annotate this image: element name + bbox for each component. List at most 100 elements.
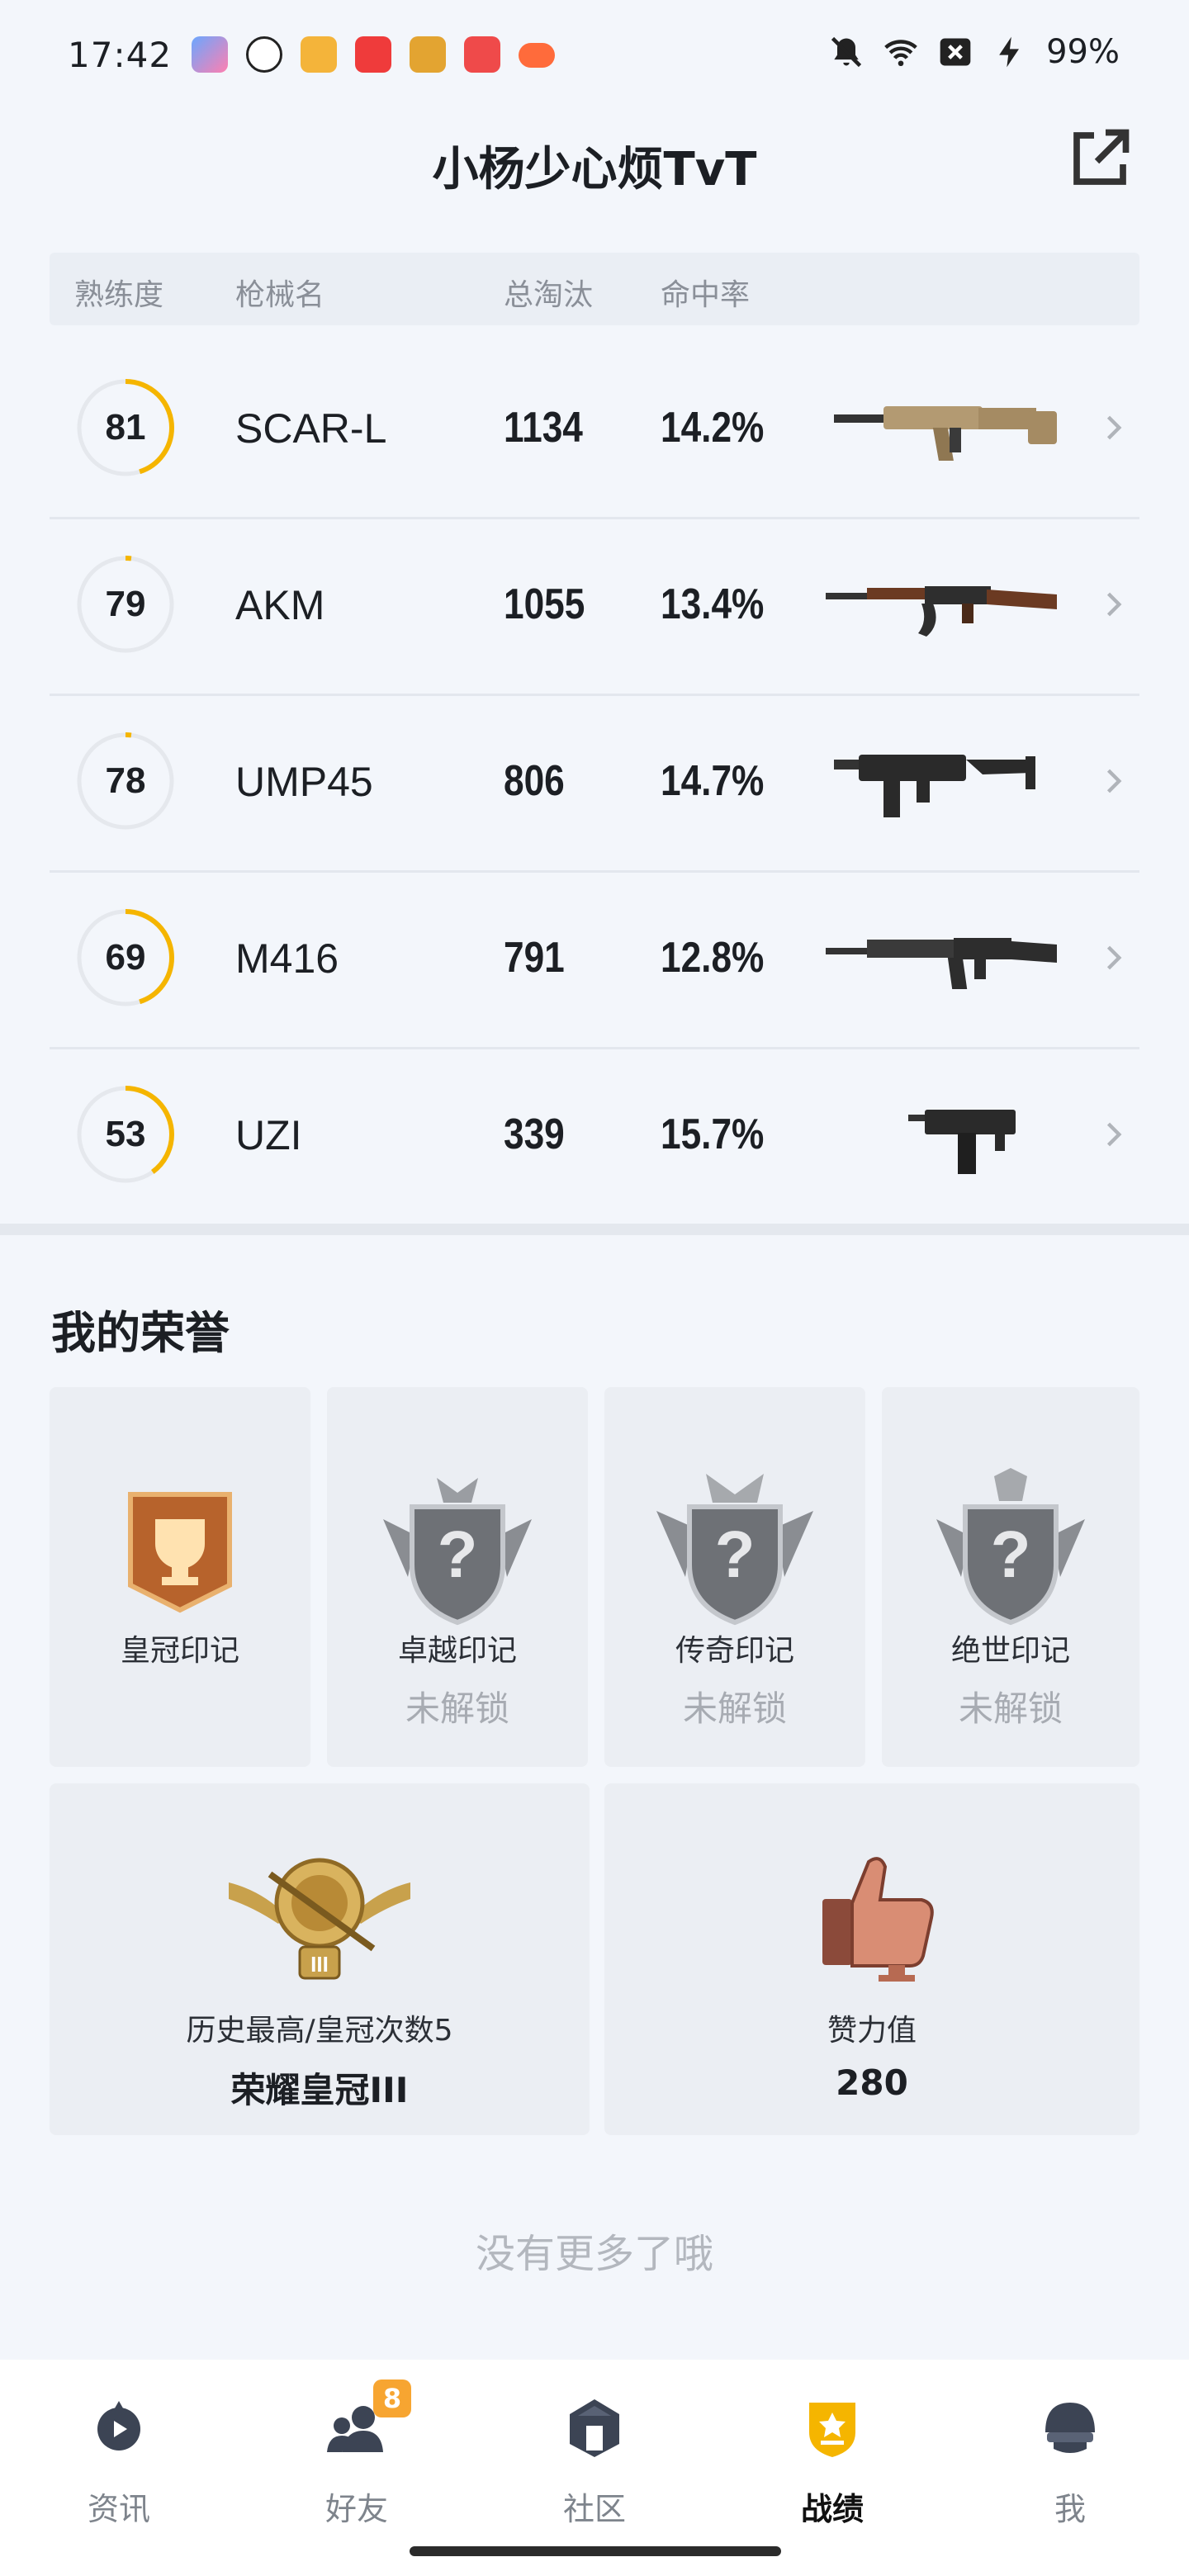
scar-rifle-image	[834, 406, 1057, 461]
status-bar: 17:42 99%	[0, 0, 1189, 99]
nav-me-label: 我	[1054, 2491, 1086, 2527]
locked-badge-icon: ?	[936, 1468, 1085, 1626]
weapon-row[interactable]: 69 M416 791 12.8%	[50, 870, 1139, 1049]
music-app-icon	[355, 36, 391, 73]
weapon-table-header: 熟练度 枪械名 总淘汰 命中率	[50, 253, 1139, 325]
honor-badge-card[interactable]: ? 绝世印记 未解锁	[882, 1387, 1139, 1767]
honor-badge-name: 绝世印记	[950, 1634, 1070, 1668]
weapon-accuracy: 13.4%	[661, 580, 765, 628]
trophy-badge-icon	[128, 1492, 232, 1613]
weapon-name: SCAR-L	[235, 405, 387, 452]
proficiency-value: 81	[105, 407, 146, 447]
helmet-icon	[1045, 2403, 1095, 2453]
chevron-right-icon	[1106, 592, 1122, 617]
svg-text:III: III	[310, 1952, 329, 1977]
chevron-right-icon	[1106, 945, 1122, 970]
honor-badge-card[interactable]: ? 传奇印记 未解锁	[604, 1387, 865, 1767]
nav-friends[interactable]: 8 好友	[238, 2376, 476, 2541]
m416-rifle-image	[826, 938, 1057, 989]
charging-icon	[999, 36, 1020, 68]
likes-card[interactable]: 赞力值 280	[604, 1783, 1139, 2135]
weapon-name: UZI	[235, 1112, 302, 1158]
highest-rank-value: 荣耀皇冠III	[230, 2070, 409, 2110]
weapon-row[interactable]: 78 UMP45 806 14.7%	[50, 694, 1139, 873]
honor-badge-status: 未解锁	[405, 1688, 509, 1729]
weapon-kills: 806	[504, 757, 565, 805]
bottom-nav: 资讯 8 好友 社区 战绩 我	[0, 2360, 1189, 2576]
nav-record[interactable]: 战绩	[713, 2376, 951, 2541]
proficiency-ring: 81	[74, 376, 177, 479]
gamepad-icon	[519, 43, 555, 68]
highest-rank-label: 历史最高/皇冠次数5	[186, 2014, 453, 2048]
weapon-row[interactable]: 81 SCAR-L 1134 14.2%	[50, 340, 1139, 519]
bell-muted-icon	[831, 36, 862, 68]
weapon-accuracy: 15.7%	[661, 1110, 765, 1158]
nav-community[interactable]: 社区	[476, 2376, 713, 2541]
game-center-icon	[410, 36, 446, 73]
likes-label: 赞力值	[827, 2014, 917, 2048]
chevron-right-icon	[1106, 769, 1122, 793]
proficiency-ring: 78	[74, 730, 177, 832]
news-icon	[97, 2401, 140, 2451]
weapon-kills: 1134	[504, 404, 583, 452]
proficiency-value: 69	[105, 937, 146, 978]
honor-badge-name: 传奇印记	[675, 1634, 794, 1668]
section-divider	[0, 1224, 1189, 1235]
weapon-name: AKM	[235, 582, 325, 628]
no-more-text: 没有更多了哦	[475, 2231, 713, 2277]
nav-news-label: 资讯	[87, 2491, 150, 2527]
notes-app-icon	[301, 36, 337, 73]
proficiency-value: 79	[105, 584, 146, 624]
proficiency-ring: 53	[74, 1083, 177, 1186]
svg-text:?: ?	[991, 1518, 1031, 1591]
weapon-name: M416	[235, 935, 339, 982]
akm-rifle-image	[826, 586, 1057, 637]
thumbs-up-badge-icon	[822, 1857, 934, 1982]
svg-text:?: ?	[438, 1518, 478, 1591]
highest-rank-card[interactable]: III 历史最高/皇冠次数5 荣耀皇冠III	[50, 1783, 590, 2135]
honor-badge-card[interactable]: 皇冠印记	[50, 1387, 310, 1767]
wechat-icon	[246, 36, 282, 73]
col-weapon-name: 枪械名	[235, 278, 325, 312]
status-app-icons	[192, 36, 555, 73]
svg-text:?: ?	[715, 1518, 756, 1591]
likes-value: 280	[836, 2062, 908, 2103]
status-time: 17:42	[68, 35, 173, 75]
weapon-name: UMP45	[235, 759, 373, 805]
honor-section-title: 我的荣誉	[51, 1307, 230, 1359]
weapon-kills: 339	[504, 1110, 565, 1158]
proficiency-ring: 69	[74, 907, 177, 1009]
nav-record-label: 战绩	[800, 2491, 864, 2527]
home-indicator[interactable]	[410, 2546, 781, 2556]
ump45-smg-image	[834, 755, 1035, 817]
friends-badge: 8	[373, 2379, 411, 2417]
col-kills: 总淘汰	[504, 278, 594, 312]
weapon-accuracy: 12.8%	[661, 934, 765, 982]
proficiency-value: 53	[105, 1114, 146, 1154]
uzi-smg-image	[908, 1110, 1016, 1174]
chevron-right-icon	[1106, 415, 1122, 440]
battery-text: 99%	[1046, 33, 1120, 71]
nav-friends-label: 好友	[324, 2491, 388, 2527]
nav-news[interactable]: 资讯	[0, 2376, 238, 2541]
col-accuracy: 命中率	[661, 278, 751, 312]
close-box-icon	[940, 38, 971, 66]
nav-community-label: 社区	[562, 2491, 626, 2527]
record-icon	[809, 2403, 855, 2457]
weapon-row[interactable]: 79 AKM 1055 13.4%	[50, 517, 1139, 696]
col-proficiency: 熟练度	[74, 278, 164, 312]
weapon-accuracy: 14.2%	[661, 404, 765, 452]
status-right: 99%	[828, 33, 1120, 71]
weapon-row[interactable]: 53 UZI 339 15.7%	[50, 1047, 1139, 1224]
chevron-right-icon	[1106, 1122, 1122, 1147]
share-icon[interactable]	[1065, 124, 1135, 193]
weapon-accuracy: 14.7%	[661, 757, 765, 805]
honor-badge-card[interactable]: ? 卓越印记 未解锁	[327, 1387, 588, 1767]
honor-badge-status: 未解锁	[958, 1688, 1063, 1729]
wifi-icon	[884, 40, 917, 67]
weapon-kills: 791	[504, 934, 565, 982]
video-app-icon	[464, 36, 500, 73]
community-icon	[570, 2399, 619, 2457]
nav-me[interactable]: 我	[951, 2376, 1189, 2541]
page-title: 小杨少心烦TvT	[432, 143, 757, 197]
